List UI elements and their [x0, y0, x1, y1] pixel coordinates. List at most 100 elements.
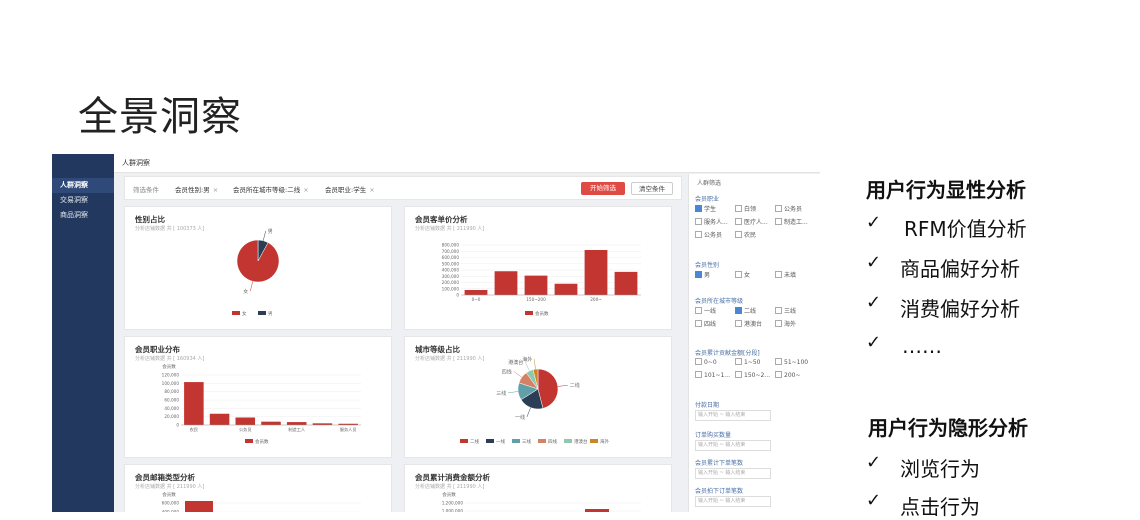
pie-leader-line	[250, 281, 254, 292]
checkbox-label: 二线	[744, 308, 757, 315]
sidebar: 人群洞察 交易洞察 商品洞察	[52, 154, 114, 512]
checkbox-label: 一线	[704, 308, 717, 315]
pie-leader-line	[262, 230, 266, 241]
close-icon[interactable]: ×	[213, 186, 218, 194]
checkbox-icon[interactable]	[695, 307, 702, 314]
x-tick-label: 服务人员	[340, 426, 357, 433]
checkbox-option[interactable]: 公务员	[775, 204, 802, 213]
checkbox-icon[interactable]	[775, 371, 782, 378]
checkbox-icon[interactable]	[775, 320, 782, 327]
x-tick-label: 制造工人	[288, 426, 306, 433]
legend-swatch	[460, 439, 468, 443]
filter-tag-text: 会员职业:学生	[325, 186, 367, 194]
checkbox-option[interactable]: 农民	[735, 230, 756, 239]
checkbox-option[interactable]: 二线	[735, 306, 756, 315]
clear-filter-button[interactable]: 清空条件	[631, 182, 673, 195]
order-qty-title: 订单购买数量	[695, 432, 732, 439]
checkbox-icon[interactable]	[775, 307, 782, 314]
close-icon[interactable]: ×	[303, 186, 308, 194]
checkbox-option[interactable]: 未填	[775, 270, 796, 279]
checkbox-icon[interactable]	[735, 205, 742, 212]
checkbox-icon[interactable]	[735, 358, 742, 365]
cum-orders-range-input[interactable]: 输入开始 ~ 输入结束	[695, 468, 771, 479]
checkbox-label: 学生	[704, 206, 717, 213]
checkbox-option[interactable]: 白领	[735, 204, 756, 213]
checkbox-label: 服务人...	[704, 219, 728, 226]
checkbox-label: 三线	[784, 308, 797, 315]
legend-swatch	[525, 311, 533, 315]
checkbox-icon[interactable]	[695, 205, 702, 212]
y-tick-label: 1,200,000	[442, 501, 464, 506]
checkbox-icon[interactable]	[695, 358, 702, 365]
checkbox-icon[interactable]	[735, 371, 742, 378]
checkbox-option[interactable]: 女	[735, 270, 750, 279]
checkbox-option[interactable]: 51~100	[775, 358, 808, 366]
checkbox-option[interactable]: 服务人...	[695, 217, 728, 226]
checkbox-icon[interactable]	[695, 320, 702, 327]
checkbox-option[interactable]: 200~	[775, 371, 800, 379]
check-icon: ✓	[866, 452, 882, 473]
checkbox-option[interactable]: 三线	[775, 306, 796, 315]
y-tick-label: 600,000	[442, 255, 460, 260]
checkbox-option[interactable]: 制造工...	[775, 217, 808, 226]
bullet-item: ……	[902, 334, 942, 358]
checkbox-icon[interactable]	[735, 271, 742, 278]
checkbox-option[interactable]: 公务员	[695, 230, 722, 239]
checkbox-label: 0~0	[704, 359, 717, 366]
checkbox-option[interactable]: 101~1...	[695, 371, 730, 379]
filter-bar: 筛选条件 会员性别:男 × 会员所在城市等级:二线 × 会员职业:学生 × 开始筛选 …	[124, 176, 682, 200]
checkbox-option[interactable]: 男	[695, 270, 710, 279]
checkbox-icon[interactable]	[735, 218, 742, 225]
checkbox-icon[interactable]	[735, 307, 742, 314]
checkbox-icon[interactable]	[695, 218, 702, 225]
legend-label: 一线	[496, 438, 505, 445]
explicit-analysis-heading: 用户行为显性分析	[866, 178, 1026, 202]
pie-slice	[236, 239, 280, 283]
sidebar-item-trade[interactable]: 交易洞察	[52, 193, 114, 208]
checkbox-option[interactable]: 海外	[775, 319, 796, 328]
checkbox-option[interactable]: 1~50	[735, 358, 760, 366]
pay-date-range-input[interactable]: 输入开始 ~ 输入结束	[695, 410, 771, 421]
order-qty-range-input[interactable]: 输入开始 ~ 输入结束	[695, 440, 771, 451]
filter-tag[interactable]: 会员性别:男 ×	[175, 184, 218, 194]
checkbox-icon[interactable]	[735, 231, 742, 238]
y-tick-label: 80,000	[164, 389, 179, 394]
y-axis-label: 会员数	[162, 491, 176, 498]
bar	[584, 250, 608, 295]
checkbox-icon[interactable]	[775, 271, 782, 278]
checkbox-option[interactable]: 0~0	[695, 358, 717, 366]
checkbox-icon[interactable]	[775, 358, 782, 365]
checkbox-option[interactable]: 学生	[695, 204, 716, 213]
checkbox-option[interactable]: 医疗人...	[735, 217, 768, 226]
checkbox-label: 200~	[784, 372, 801, 379]
checkbox-label: 1~50	[744, 359, 761, 366]
filter-panel: 人群筛选 会员职业 学生 白领 公务员 服务人... 医疗人... 制造工... 公务员 农民…	[688, 174, 820, 512]
panel-heading: 人群筛选	[697, 180, 722, 187]
sidebar-item-people[interactable]: 人群洞察	[52, 178, 114, 193]
chart-card: 会员累计消费金额分析 分析店铺数据 共 [ 211990 人] 会员数 1,200…	[404, 464, 672, 512]
y-tick-label: 800,000	[442, 243, 460, 248]
filter-tag[interactable]: 会员所在城市等级:二线 ×	[233, 184, 309, 194]
checkbox-label: 女	[744, 272, 751, 279]
checkbox-icon[interactable]	[695, 231, 702, 238]
checkbox-option[interactable]: 四线	[695, 319, 716, 328]
checkbox-icon[interactable]	[775, 218, 782, 225]
checkbox-option[interactable]: 一线	[695, 306, 716, 315]
placed-orders-range-input[interactable]: 输入开始 ~ 输入结束	[695, 496, 771, 507]
chart-card: 会员职业分布 分析店铺数据 共 [ 160934 人] 会员数 120,000 10…	[124, 336, 392, 458]
bar	[235, 417, 256, 425]
pie-slice-label: 一线	[515, 414, 525, 421]
checkbox-icon[interactable]	[695, 271, 702, 278]
checkbox-label: 51~100	[784, 359, 809, 366]
sidebar-item-goods[interactable]: 商品洞察	[52, 208, 114, 223]
checkbox-icon[interactable]	[695, 371, 702, 378]
y-tick-label: 300,000	[442, 274, 460, 279]
start-filter-button[interactable]: 开始筛选	[581, 182, 625, 195]
checkbox-icon[interactable]	[735, 320, 742, 327]
checkbox-icon[interactable]	[775, 205, 782, 212]
filter-tag[interactable]: 会员职业:学生 ×	[325, 184, 375, 194]
close-icon[interactable]: ×	[369, 186, 374, 194]
checkbox-option[interactable]: 150~2...	[735, 371, 770, 379]
checkbox-option[interactable]: 港澳台	[735, 319, 762, 328]
legend-swatch	[538, 439, 546, 443]
